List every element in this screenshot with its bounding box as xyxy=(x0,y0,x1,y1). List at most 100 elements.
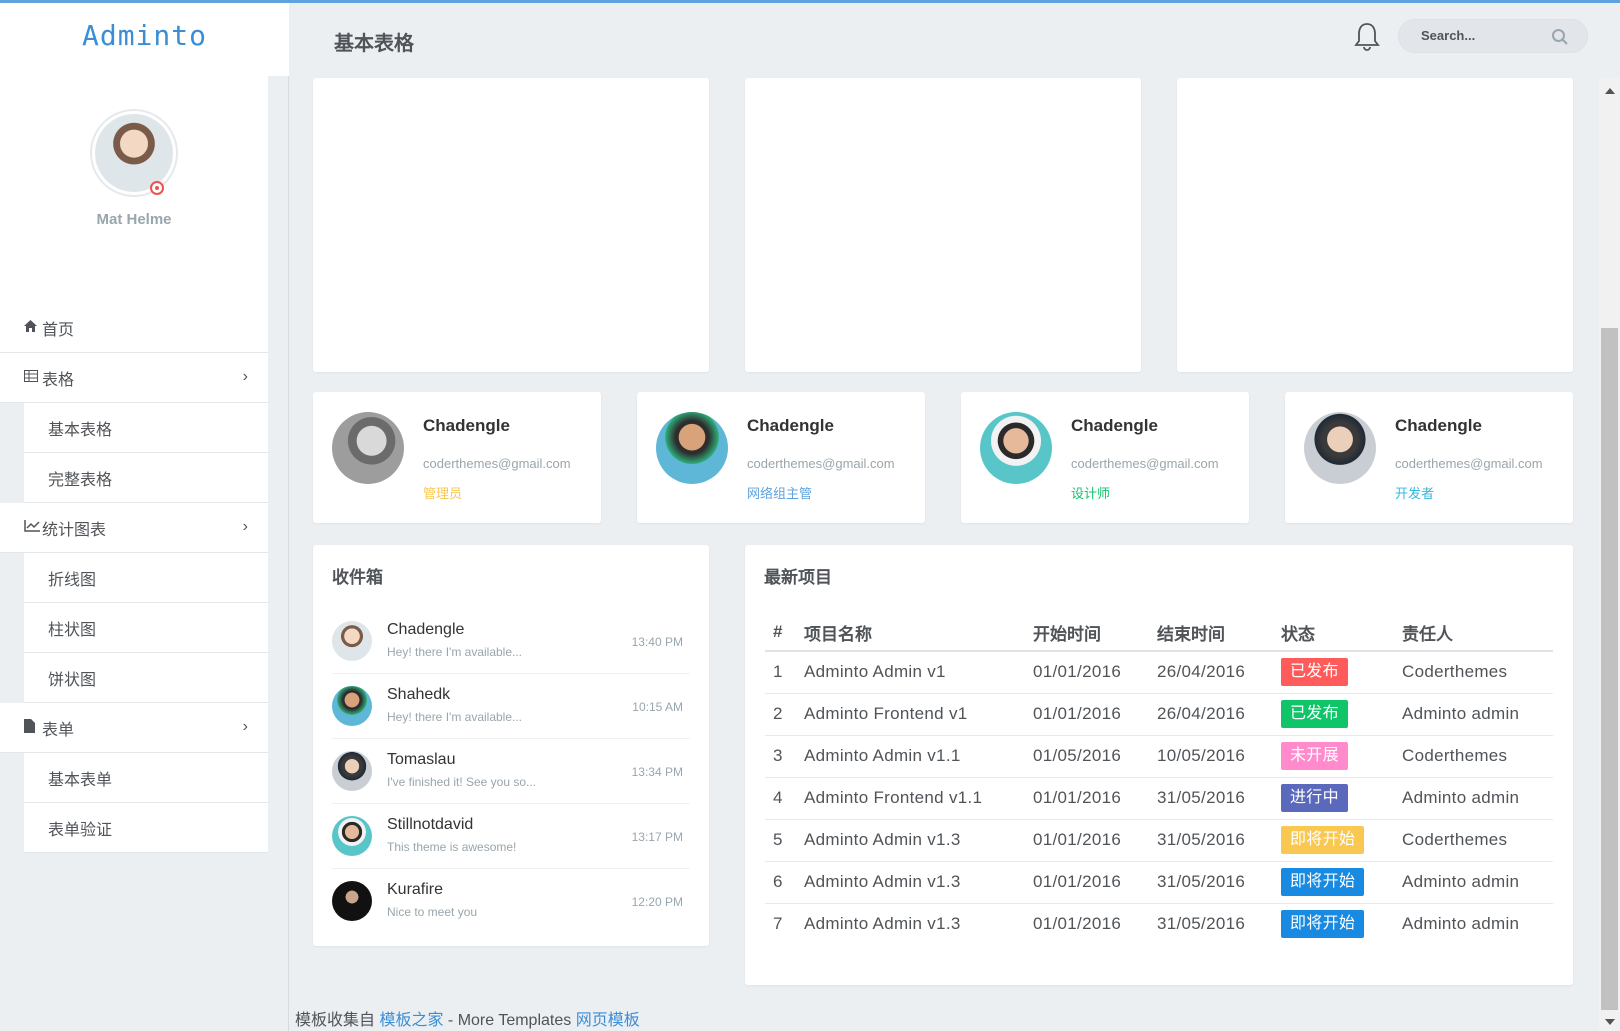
widget-card xyxy=(1177,78,1573,372)
message-time: 13:40 PM xyxy=(631,635,683,649)
avatar xyxy=(332,686,372,726)
cell-start: 01/01/2016 xyxy=(1025,819,1149,862)
list-item[interactable]: Kurafire Nice to meet you 12:20 PM xyxy=(332,869,690,934)
cell-end: 31/05/2016 xyxy=(1149,861,1273,904)
contact-name[interactable]: Chadengle xyxy=(1395,416,1482,436)
cell-status: 即将开始 xyxy=(1273,819,1394,862)
cell-id: 5 xyxy=(765,819,796,862)
avatar xyxy=(332,621,372,661)
message-preview: Hey! there I'm available... xyxy=(387,710,523,724)
avatar[interactable] xyxy=(90,109,178,197)
status-badge: 已发布 xyxy=(1281,658,1348,687)
list-item[interactable]: Shahedk Hey! there I'm available... 10:1… xyxy=(332,674,690,739)
scrollbar-thumb[interactable] xyxy=(1601,328,1618,1010)
message-time: 13:34 PM xyxy=(631,765,683,779)
footer-link-templates-home[interactable]: 模板之家 xyxy=(379,1012,443,1029)
sidebar-item-home[interactable]: 首页 xyxy=(0,303,268,353)
cell-owner: Coderthemes xyxy=(1394,651,1553,694)
sidebar-subitem-full-table[interactable]: 完整表格 xyxy=(24,453,268,503)
footer-prefix: 模板收集自 xyxy=(295,1012,376,1029)
search-icon[interactable] xyxy=(1551,28,1569,46)
avatar[interactable] xyxy=(980,412,1052,484)
search-input[interactable] xyxy=(1421,28,1541,43)
chevron-right-icon: › xyxy=(242,368,248,385)
brand-logo[interactable]: Adminto xyxy=(0,19,289,52)
table-row: 6 Adminto Admin v1.3 01/01/2016 31/05/20… xyxy=(765,861,1553,904)
contact-role: 网络组主管 xyxy=(747,486,813,501)
line-chart-icon xyxy=(24,520,42,535)
footer: 模板收集自 模板之家 - More Templates 网页模板 xyxy=(295,1006,640,1030)
contact-email: coderthemes@gmail.com xyxy=(747,456,895,471)
cell-owner: Adminto admin xyxy=(1402,914,1520,934)
sidebar-subitem-pie-chart[interactable]: 饼状图 xyxy=(24,653,268,703)
sender-name: Shahedk xyxy=(387,686,451,703)
message-time: 10:15 AM xyxy=(632,700,683,714)
avatar[interactable] xyxy=(1304,412,1376,484)
chevron-right-icon: › xyxy=(242,718,248,735)
cell-project-name: Adminto Admin v1.3 xyxy=(796,819,1025,862)
contact-name[interactable]: Chadengle xyxy=(423,416,510,436)
cell-end: 10/05/2016 xyxy=(1149,735,1273,778)
sidebar-item-forms[interactable]: 表单 › xyxy=(0,703,268,753)
message-preview: Hey! there I'm available... xyxy=(387,645,523,659)
top-accent-line xyxy=(0,0,1620,3)
cell-id: 6 xyxy=(765,861,796,904)
column-header: # xyxy=(765,614,796,652)
page-title: 基本表格 xyxy=(334,33,414,55)
list-item[interactable]: Stillnotdavid This theme is awesome! 13:… xyxy=(332,804,690,869)
status-badge: 即将开始 xyxy=(1281,826,1365,854)
cell-owner: Adminto admin xyxy=(1394,777,1553,820)
sidebar-subitem-bar-chart[interactable]: 柱状图 xyxy=(24,603,268,653)
cell-id: 3 xyxy=(765,735,796,778)
cell-owner: Coderthemes xyxy=(1394,819,1553,862)
contact-email: coderthemes@gmail.com xyxy=(1395,456,1543,471)
list-item[interactable]: Chadengle Hey! there I'm available... 13… xyxy=(332,609,690,674)
sidebar-item-label: 表格 xyxy=(42,371,75,389)
message-time: 12:20 PM xyxy=(631,895,683,909)
cell-project-name: Adminto Frontend v1 xyxy=(796,693,1025,736)
scroll-down-arrow-icon[interactable] xyxy=(1605,1019,1615,1025)
contact-name[interactable]: Chadengle xyxy=(747,416,834,436)
avatar[interactable] xyxy=(656,412,728,484)
user-profile: Mat Helme xyxy=(0,76,268,306)
cell-status: 即将开始 xyxy=(1273,903,1394,945)
contact-card: Chadengle coderthemes@gmail.com 开发者 xyxy=(1285,392,1573,523)
status-badge: 进行中 xyxy=(1281,784,1348,812)
avatar xyxy=(332,881,372,921)
avatar[interactable] xyxy=(332,412,404,484)
footer-link-web-templates[interactable]: 网页模板 xyxy=(576,1012,640,1029)
scroll-up-arrow-icon[interactable] xyxy=(1605,88,1615,94)
column-header: 结束时间 xyxy=(1149,614,1273,652)
cell-end: 26/04/2016 xyxy=(1149,651,1273,694)
cell-owner: Coderthemes xyxy=(1394,735,1553,778)
sidebar-item-tables[interactable]: 表格 › xyxy=(0,353,268,403)
cell-status: 未开展 xyxy=(1273,735,1394,778)
sender-name: Tomaslau xyxy=(387,751,456,768)
sidebar-subitem-basic-form[interactable]: 基本表单 xyxy=(24,753,268,803)
column-header: 开始时间 xyxy=(1025,614,1149,652)
sidebar-subitem-form-validation[interactable]: 表单验证 xyxy=(24,803,268,853)
cell-project-name: Adminto Admin v1.3 xyxy=(796,861,1025,904)
cell-project-name: Adminto Frontend v1.1 xyxy=(796,777,1025,820)
message-preview: I've finished it! See you so... xyxy=(387,775,537,789)
sidebar-item-charts[interactable]: 统计图表 › xyxy=(0,503,268,553)
cell-owner: Adminto admin xyxy=(1394,861,1553,904)
widget-card xyxy=(745,78,1141,372)
cell-end: 31/05/2016 xyxy=(1157,914,1246,934)
list-item[interactable]: Tomaslau I've finished it! See you so...… xyxy=(332,739,690,804)
cell-id: 2 xyxy=(765,693,796,736)
sidebar-subitem-basic-table[interactable]: 基本表格 xyxy=(24,403,268,453)
cell-owner: Adminto admin xyxy=(1394,693,1553,736)
message-time: 13:17 PM xyxy=(631,830,683,844)
home-icon xyxy=(24,320,42,335)
inbox-list: Chadengle Hey! there I'm available... 13… xyxy=(332,609,690,934)
cell-start: 01/05/2016 xyxy=(1025,735,1149,778)
projects-title: 最新项目 xyxy=(764,568,832,587)
user-name: Mat Helme xyxy=(96,211,172,228)
inbox-title: 收件箱 xyxy=(332,568,383,587)
bell-icon[interactable] xyxy=(1352,21,1382,53)
contact-card: Chadengle coderthemes@gmail.com 管理员 xyxy=(313,392,601,523)
cell-start: 01/01/2016 xyxy=(1033,914,1122,934)
sidebar-subitem-line-chart[interactable]: 折线图 xyxy=(24,553,268,603)
contact-name[interactable]: Chadengle xyxy=(1071,416,1158,436)
